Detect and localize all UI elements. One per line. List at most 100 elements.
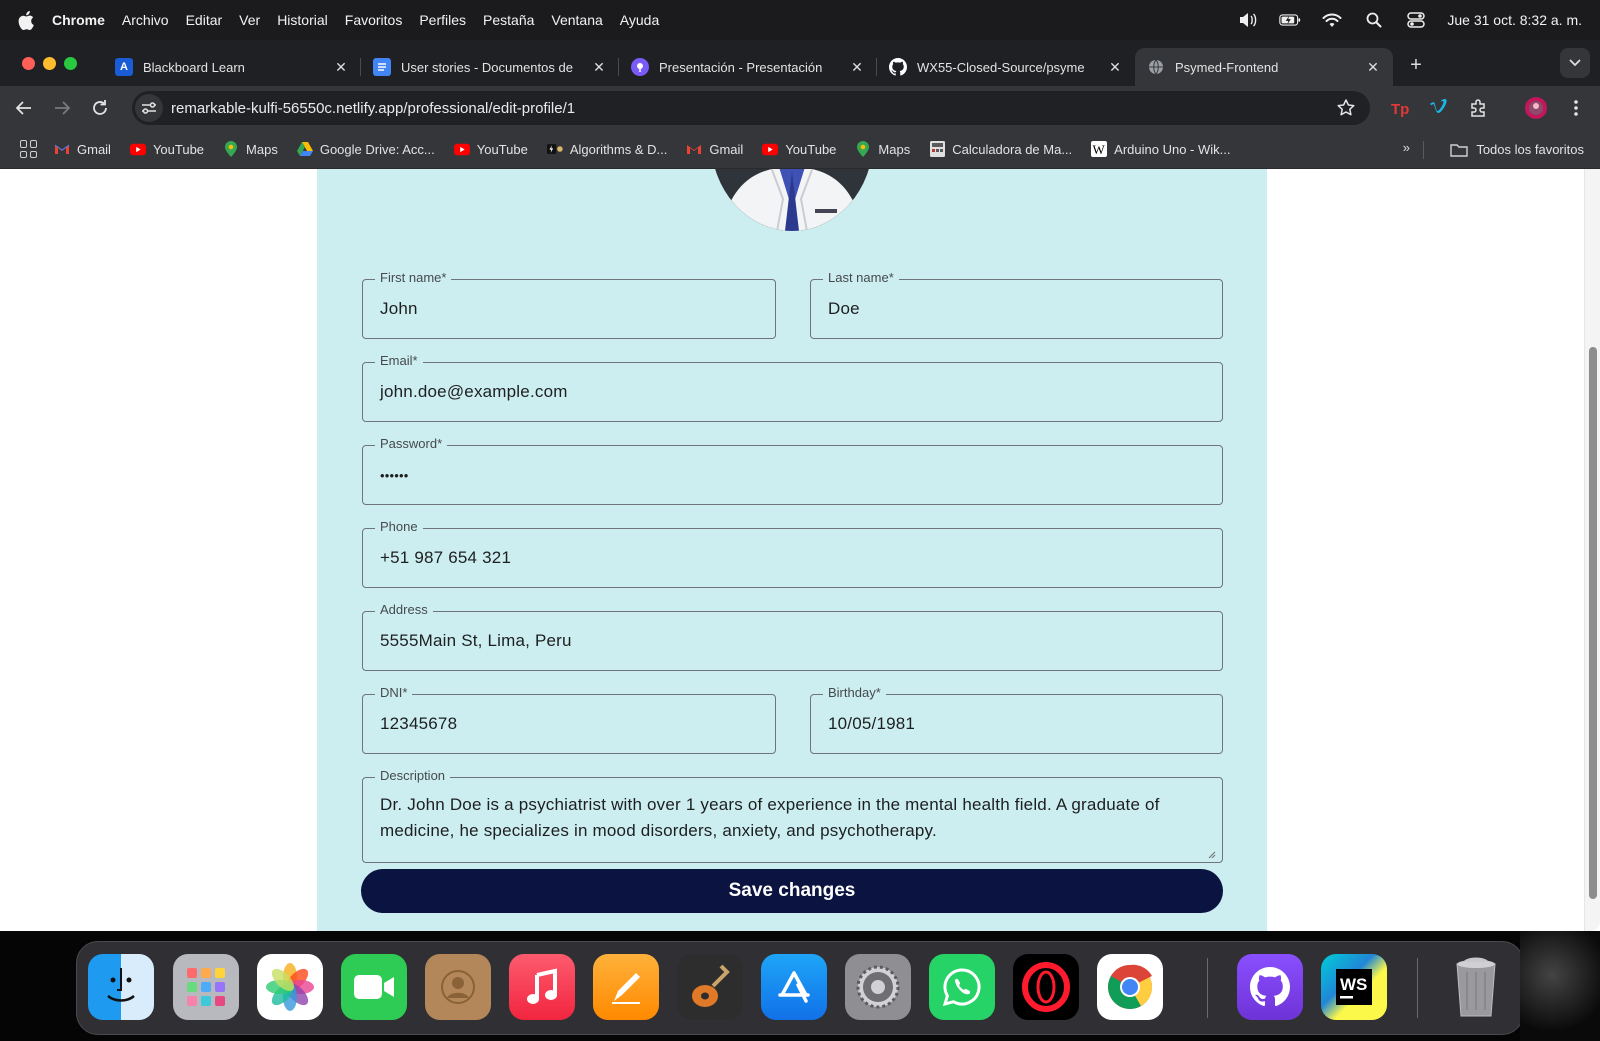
last-name-field[interactable]: Last name* Doe (810, 270, 1223, 339)
tab-github[interactable]: WX55-Closed-Source/psyme ✕ (877, 48, 1135, 86)
password-field[interactable]: Password* •••••• (362, 436, 1223, 505)
first-name-field[interactable]: First name* John (362, 270, 776, 339)
finder-icon[interactable] (88, 954, 154, 1020)
bookmark-algorithms[interactable]: Algorithms & D... (546, 142, 667, 157)
close-icon[interactable]: ✕ (333, 59, 349, 75)
description-textarea[interactable]: Dr. John Doe is a psychiatrist with over… (380, 792, 1200, 844)
dni-field[interactable]: DNI* 12345678 (362, 685, 776, 754)
spotlight-search-icon[interactable] (1363, 11, 1385, 29)
dni-input[interactable]: 12345678 (380, 714, 457, 734)
scrollbar-thumb[interactable] (1589, 347, 1597, 899)
menu-ver[interactable]: Ver (239, 12, 260, 28)
tab-search-button[interactable] (1560, 48, 1590, 78)
bookmark-youtube[interactable]: YouTube (129, 142, 204, 157)
password-input[interactable]: •••••• (380, 468, 409, 483)
close-icon[interactable]: ✕ (591, 59, 607, 75)
bookmark-youtube-2[interactable]: YouTube (453, 142, 528, 157)
address-bar[interactable]: remarkable-kulfi-56550c.netlify.app/prof… (132, 91, 1370, 125)
forward-button[interactable] (48, 94, 76, 122)
photos-icon[interactable] (257, 954, 323, 1020)
address-input[interactable]: 5555Main St, Lima, Peru (380, 631, 572, 651)
bookmark-star-icon[interactable] (1336, 98, 1356, 123)
menu-clock[interactable]: Jue 31 oct. 8:32 a. m. (1447, 12, 1582, 28)
chrome-icon[interactable] (1097, 954, 1163, 1020)
launchpad-icon[interactable] (173, 954, 239, 1020)
app-store-icon[interactable] (761, 954, 827, 1020)
battery-icon[interactable] (1279, 11, 1301, 29)
apps-grid-icon[interactable] (20, 140, 38, 158)
bookmark-youtube-3[interactable]: YouTube (762, 142, 836, 157)
birthday-input[interactable]: 10/05/1981 (828, 714, 915, 734)
menu-perfiles[interactable]: Perfiles (419, 12, 466, 28)
new-tab-button[interactable]: + (1401, 50, 1431, 80)
tab-title: Blackboard Learn (143, 59, 245, 75)
facetime-icon[interactable] (341, 954, 407, 1020)
menu-pestana[interactable]: Pestaña (483, 12, 534, 28)
url-text[interactable]: remarkable-kulfi-56550c.netlify.app/prof… (171, 100, 575, 117)
close-icon[interactable]: ✕ (849, 59, 865, 75)
menu-favoritos[interactable]: Favoritos (345, 12, 403, 28)
resize-handle-icon[interactable] (1206, 846, 1216, 859)
address-field[interactable]: Address 5555Main St, Lima, Peru (362, 602, 1223, 671)
profile-avatar[interactable] (1522, 94, 1550, 122)
garageband-icon[interactable] (677, 954, 743, 1020)
webstorm-icon[interactable]: WS (1321, 954, 1387, 1020)
system-settings-icon[interactable] (845, 954, 911, 1020)
trash-icon[interactable] (1443, 954, 1509, 1020)
site-info-icon[interactable] (135, 94, 163, 122)
music-icon[interactable] (509, 954, 575, 1020)
birthday-field[interactable]: Birthday* 10/05/1981 (810, 685, 1223, 754)
wifi-icon[interactable] (1321, 11, 1343, 29)
zoom-window-button[interactable] (64, 56, 77, 70)
bookmark-arduino[interactable]: W Arduino Uno - Wik... (1091, 141, 1230, 157)
phone-field[interactable]: Phone +51 987 654 321 (362, 519, 1223, 588)
menu-ayuda[interactable]: Ayuda (620, 12, 659, 28)
email-input[interactable]: john.doe@example.com (380, 382, 568, 402)
opera-icon[interactable] (1013, 954, 1079, 1020)
close-icon[interactable]: ✕ (1107, 59, 1123, 75)
github-desktop-icon[interactable] (1237, 954, 1303, 1020)
menu-historial[interactable]: Historial (277, 12, 328, 28)
first-name-input[interactable]: John (380, 299, 418, 319)
menu-ventana[interactable]: Ventana (551, 12, 602, 28)
edit-profile-card: First name* John Last name* Doe Email* j… (317, 169, 1267, 931)
menu-archivo[interactable]: Archivo (122, 12, 169, 28)
close-window-button[interactable] (22, 56, 35, 70)
contacts-icon[interactable] (425, 954, 491, 1020)
chrome-menu-icon[interactable] (1562, 94, 1590, 122)
more-bookmarks-icon[interactable]: » (1403, 140, 1410, 155)
control-center-icon[interactable] (1405, 11, 1427, 29)
tab-psymed-frontend[interactable]: Psymed-Frontend ✕ (1135, 48, 1393, 86)
vimeo-extension-icon[interactable] (1424, 94, 1452, 122)
phone-input[interactable]: +51 987 654 321 (380, 548, 511, 568)
bookmark-maps[interactable]: Maps (223, 141, 278, 157)
pages-icon[interactable] (593, 954, 659, 1020)
minimize-window-button[interactable] (43, 56, 56, 70)
menu-app-name[interactable]: Chrome (52, 12, 105, 28)
back-button[interactable] (10, 94, 38, 122)
email-field[interactable]: Email* john.doe@example.com (362, 353, 1223, 422)
tab-presentation[interactable]: Presentación - Presentación ✕ (619, 48, 877, 86)
volume-icon[interactable] (1237, 11, 1259, 29)
tp-extension-icon[interactable]: Tp (1386, 94, 1414, 122)
bookmark-gmail[interactable]: Gmail (54, 142, 111, 157)
bookmark-gmail-2[interactable]: Gmail (686, 142, 743, 157)
extensions-icon[interactable] (1464, 94, 1492, 122)
tab-strip: A Blackboard Learn ✕ User stories - Docu… (0, 40, 1600, 86)
all-bookmarks-folder[interactable]: Todos los favoritos (1450, 130, 1584, 169)
bookmark-calculadora[interactable]: Calculadora de Ma... (929, 141, 1072, 157)
tab-user-stories[interactable]: User stories - Documentos de ✕ (361, 48, 619, 86)
tab-blackboard[interactable]: A Blackboard Learn ✕ (103, 48, 361, 86)
close-icon[interactable]: ✕ (1365, 59, 1381, 75)
apple-icon[interactable] (18, 10, 36, 30)
page-scrollbar[interactable] (1584, 169, 1600, 931)
bookmark-maps-2[interactable]: Maps (855, 141, 910, 157)
whatsapp-icon[interactable] (929, 954, 995, 1020)
description-field[interactable]: Description Dr. John Doe is a psychiatri… (362, 768, 1223, 863)
menu-editar[interactable]: Editar (186, 12, 223, 28)
reload-button[interactable] (86, 94, 114, 122)
save-changes-button[interactable]: Save changes (361, 869, 1223, 913)
last-name-input[interactable]: Doe (828, 299, 860, 319)
dni-label: DNI* (375, 685, 413, 700)
bookmark-google-drive[interactable]: Google Drive: Acc... (296, 142, 435, 157)
